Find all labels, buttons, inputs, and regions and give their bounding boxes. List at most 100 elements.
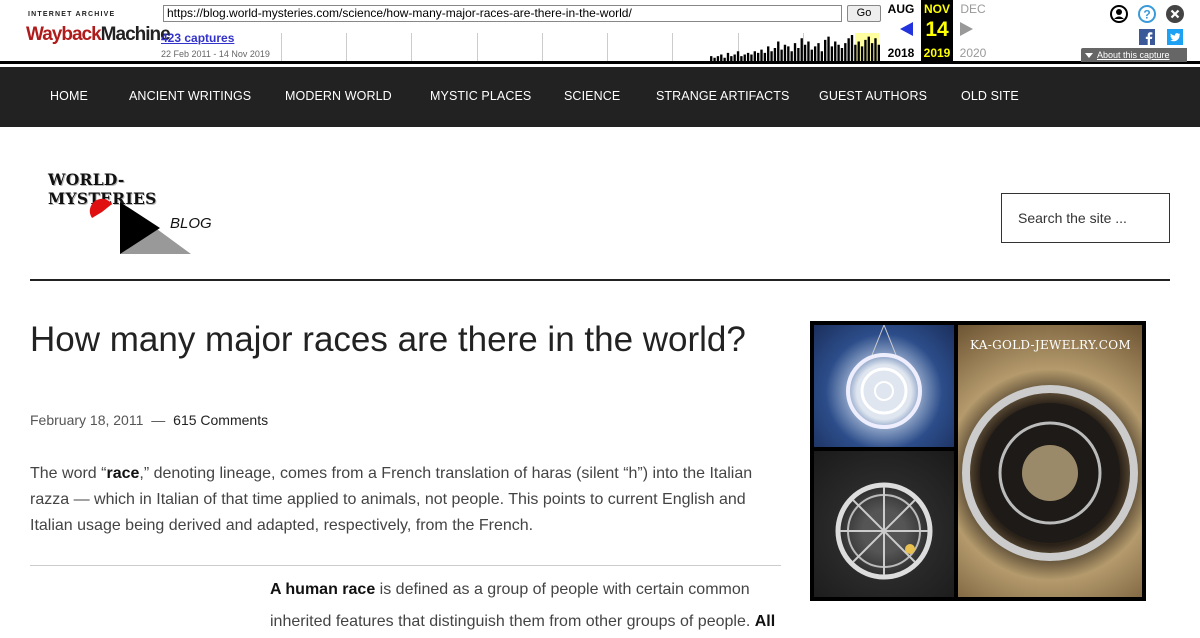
ad-image-pendant-flower [814,324,954,447]
sparkline-bar [716,56,720,61]
sparkline-bar [736,51,740,61]
help-icon[interactable]: ? [1138,5,1156,23]
sparkline-bar [864,39,867,61]
close-icon[interactable] [1166,5,1184,23]
wayback-capture-sparkline[interactable] [281,33,881,61]
sparkline-bar [730,56,733,61]
sparkline-bar [800,38,803,61]
nav-item-old-site[interactable]: OLD SITE [961,89,1019,103]
nav-item-modern-world[interactable]: MODERN WORLD [285,89,392,103]
sparkline-bar [756,52,760,61]
sparkline-bar [763,52,767,61]
about-capture-button[interactable]: About this capture [1081,48,1187,62]
sparkline-bar [780,49,783,61]
svg-text:?: ? [1143,8,1150,22]
sparkline-bar [726,52,730,61]
wayback-next-year: 2020 [959,46,987,60]
sparkline-bar [770,51,773,61]
wayback-capture-range: 22 Feb 2011 - 14 Nov 2019 [161,49,270,59]
wayback-current-day: 14 [925,18,949,41]
wayback-next-month: DEC [960,2,986,16]
sparkline-bar [817,43,820,61]
sparkline-bar [787,46,790,61]
nav-item-home[interactable]: HOME [50,89,88,103]
sparkline-bar [820,51,824,61]
sparkline-bar [783,44,787,61]
nav-item-guest-authors[interactable]: GUEST AUTHORS [819,89,927,103]
sparkline-bar [740,56,743,61]
sparkline-bar [813,46,817,61]
sparkline-bar [837,44,840,61]
sparkline-bar [733,54,736,61]
sparkline-bar [790,51,793,61]
sparkline-bar [777,41,780,61]
wayback-go-button[interactable]: Go [847,5,881,22]
site-logo[interactable]: WORLD-MYSTERIES BLOG [46,170,226,260]
article-paragraph-intro: The word “race,” denoting lineage, comes… [30,465,753,534]
nav-item-strange-artifacts[interactable]: STRANGE ARTIFACTS [656,89,789,103]
sparkline-bar [810,49,813,61]
wayback-prev-arrow-icon[interactable] [900,22,913,36]
article-paragraph-definition: A human race is defined as a group of pe… [270,581,776,630]
sparkline-bar [773,48,777,61]
site-logo-blog: BLOG [170,215,212,232]
header-divider [30,279,1170,281]
sparkline-bar [867,36,870,61]
sparkline-bar [746,52,750,61]
sparkline-bar [857,41,860,61]
nav-item-science[interactable]: SCIENCE [564,89,620,103]
sparkline-bar [874,38,877,61]
wayback-next-arrow-icon [960,22,973,36]
user-account-icon[interactable] [1110,5,1128,23]
wayback-prev-year[interactable]: 2018 [883,46,919,60]
sparkline-bar [877,44,880,61]
nav-item-ancient-writings[interactable]: ANCIENT WRITINGS [129,89,251,103]
wayback-url-input[interactable]: https://blog.world-mysteries.com/science… [163,5,842,22]
sparkline-bar [720,54,723,61]
comments-link[interactable]: 615 Comments [173,412,268,428]
ad-image-pendant-wheel [814,451,954,597]
sparkline-bar [824,39,827,61]
sparkline-bar [854,44,857,61]
sparkline-bar [710,56,713,61]
twitter-icon[interactable] [1167,29,1183,45]
wayback-current-capture: NOV 14 2019 [921,0,953,63]
sparkline-bar [807,41,810,61]
caret-down-icon [1085,53,1093,59]
sparkline-bar [753,51,756,61]
sparkline-bar [870,43,874,61]
article-date: February 18, 2011 [30,412,144,428]
wayback-logo-wordmark: WaybackMachine [26,24,171,45]
wayback-current-month: NOV [923,2,950,16]
sparkline-bar [830,46,834,61]
nav-item-mystic-places[interactable]: MYSTIC PLACES [430,89,531,103]
search-input[interactable]: Search the site ... [1001,193,1170,243]
sparkline-bar [827,36,830,61]
sparkline-bar [860,46,864,61]
wayback-logo-line1: INTERNET ARCHIVE [28,11,116,18]
article-divider [30,565,781,566]
wayback-current-year: 2019 [923,46,951,60]
sparkline-bar [760,49,763,61]
ad-brand-text: KA-GOLD-JEWELRY.COM [970,338,1131,352]
sparkline-bar [844,43,847,61]
sparkline-bar [840,48,844,61]
sparkline-bar [723,57,726,61]
sparkline-bar [793,43,797,61]
sparkline-bar [713,57,716,61]
wayback-captures-link[interactable]: 423 captures [161,31,234,45]
wayback-toolbar: INTERNET ARCHIVE WaybackMachine https://… [0,0,1200,64]
wayback-prev-month[interactable]: AUG [883,2,919,16]
ad-image-pendant-zodiac [958,325,1142,597]
sparkline-bar [750,54,753,61]
wayback-logo[interactable]: INTERNET ARCHIVE WaybackMachine [24,6,171,54]
jewelry-advertisement[interactable]: KA-GOLD-JEWELRY.COM [810,321,1146,601]
sparkline-bar [803,44,807,61]
article-meta: February 18, 2011 — 615 Comments [30,412,268,428]
facebook-icon[interactable] [1139,29,1155,45]
sparkline-bar [850,35,854,61]
meta-separator: — [151,412,166,428]
article-title: How many major races are there in the wo… [30,320,746,359]
sparkline-bar [834,41,837,61]
main-navigation: HOME ANCIENT WRITINGS MODERN WORLD MYSTI… [0,67,1200,127]
